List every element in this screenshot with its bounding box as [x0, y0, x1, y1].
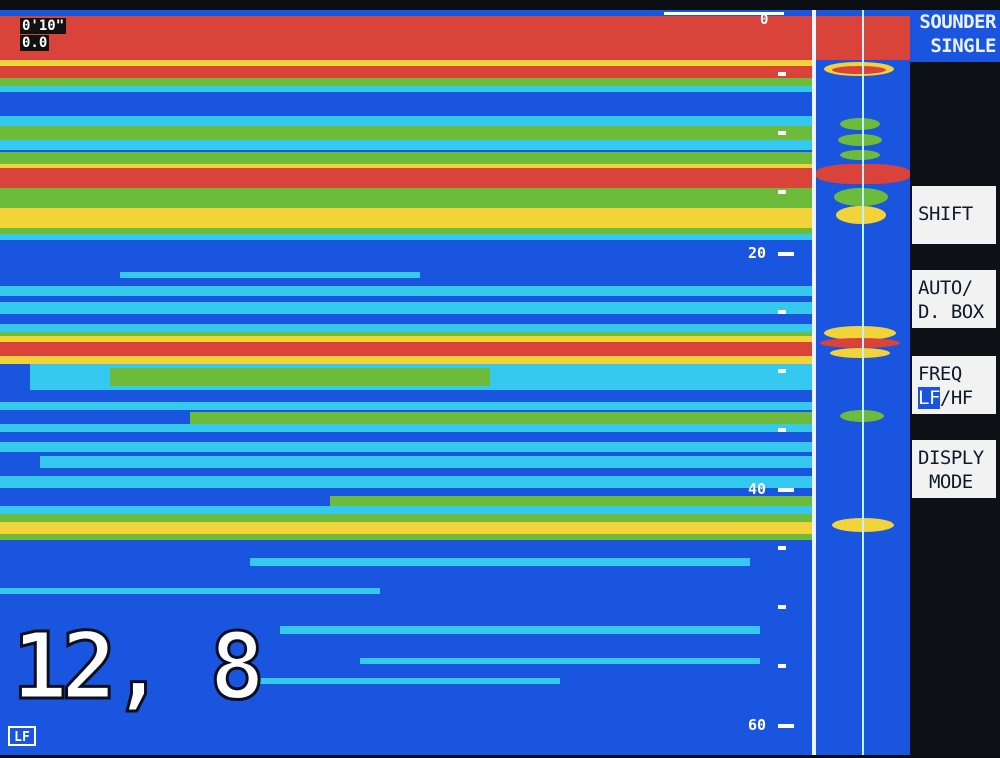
softkey-label: DISPLY	[918, 447, 984, 469]
softkey-label: MODE	[918, 471, 973, 493]
echo-band	[280, 626, 760, 634]
echo-band	[360, 658, 760, 664]
echo-band	[0, 424, 812, 432]
minor-tick	[778, 428, 786, 432]
softkey-display-mode[interactable]: DISPLY MODE	[912, 440, 996, 498]
echo-band	[0, 514, 812, 522]
echo-band	[0, 208, 812, 228]
a-scope-echo	[838, 134, 882, 146]
a-scope-echo	[820, 338, 900, 348]
softkey-label: FREQ	[918, 363, 962, 385]
depth-scale-label-40: 40	[748, 480, 767, 498]
echo-band	[330, 496, 812, 506]
minor-tick	[778, 369, 786, 373]
echo-band	[0, 356, 812, 364]
echo-band	[0, 506, 812, 514]
range-shift-value: 0'10"	[20, 18, 67, 34]
softkey-freq[interactable]: FREQ LF/HF	[912, 356, 996, 414]
echo-band	[0, 152, 812, 164]
a-scope-cursor-line	[862, 10, 864, 755]
echo-band	[0, 116, 812, 126]
echo-band	[0, 140, 812, 150]
a-scope-echo	[836, 206, 886, 224]
offset-value: 0.0	[20, 35, 50, 51]
echo-band	[0, 86, 812, 92]
echo-band	[0, 302, 812, 314]
echo-band	[0, 286, 812, 296]
echo-band	[120, 272, 420, 278]
minor-tick	[778, 310, 786, 314]
a-scope-echo	[834, 188, 888, 206]
mode-title: SOUNDER SINGLE	[910, 10, 1000, 62]
surface-echo-band	[0, 16, 812, 60]
echo-band	[40, 456, 812, 468]
freq-hf-label: /HF	[939, 387, 973, 409]
depth-scale-label-60: 60	[748, 716, 767, 734]
echo-band	[250, 558, 750, 566]
mode-title-line2: SINGLE	[930, 35, 996, 57]
echo-band	[0, 588, 380, 594]
minor-tick	[778, 72, 786, 76]
major-tick	[778, 724, 794, 728]
a-scope-echo	[840, 150, 880, 160]
fish-finder-screen: 0 0'10" 0.0 20 40 60 12, 8 LF SOUNDER SI…	[0, 0, 1000, 758]
top-scale-label: 0	[760, 12, 769, 28]
a-scope-echo	[840, 118, 880, 130]
echo-band	[0, 534, 812, 540]
softkey-label: SHIFT	[918, 203, 973, 225]
echo-band	[0, 66, 812, 78]
echo-band	[0, 442, 812, 452]
major-tick	[778, 252, 794, 256]
softkey-shift[interactable]: SHIFT	[912, 186, 996, 244]
echo-band	[0, 188, 812, 208]
a-scope-echo	[832, 66, 886, 74]
echo-band	[0, 168, 812, 188]
echo-band	[0, 476, 812, 488]
minor-tick	[778, 190, 786, 194]
minor-tick	[778, 546, 786, 550]
echo-band	[0, 342, 812, 356]
depth-scale-label-20: 20	[748, 244, 767, 262]
softkey-label: AUTO/	[918, 277, 973, 299]
minor-tick	[778, 131, 786, 135]
echo-band	[0, 78, 812, 86]
a-scope-echo	[830, 348, 890, 358]
softkey-auto-dbox[interactable]: AUTO/ D. BOX	[912, 270, 996, 328]
lf-badge-icon: LF	[8, 726, 36, 746]
major-tick	[778, 488, 794, 492]
minor-tick	[778, 664, 786, 668]
echo-band	[0, 402, 812, 410]
mode-title-line1: SOUNDER	[919, 11, 996, 33]
echo-band	[260, 678, 560, 684]
echo-band	[0, 522, 812, 534]
echo-band	[190, 412, 812, 424]
depth-readout: 12, 8	[11, 612, 267, 722]
echo-band	[0, 126, 812, 140]
softkey-label: D. BOX	[918, 301, 984, 323]
minor-tick	[778, 605, 786, 609]
echo-band	[0, 234, 812, 240]
top-info: 0'10" 0.0	[20, 18, 67, 52]
freq-lf-highlight: LF	[918, 387, 940, 409]
echo-band	[110, 368, 490, 386]
